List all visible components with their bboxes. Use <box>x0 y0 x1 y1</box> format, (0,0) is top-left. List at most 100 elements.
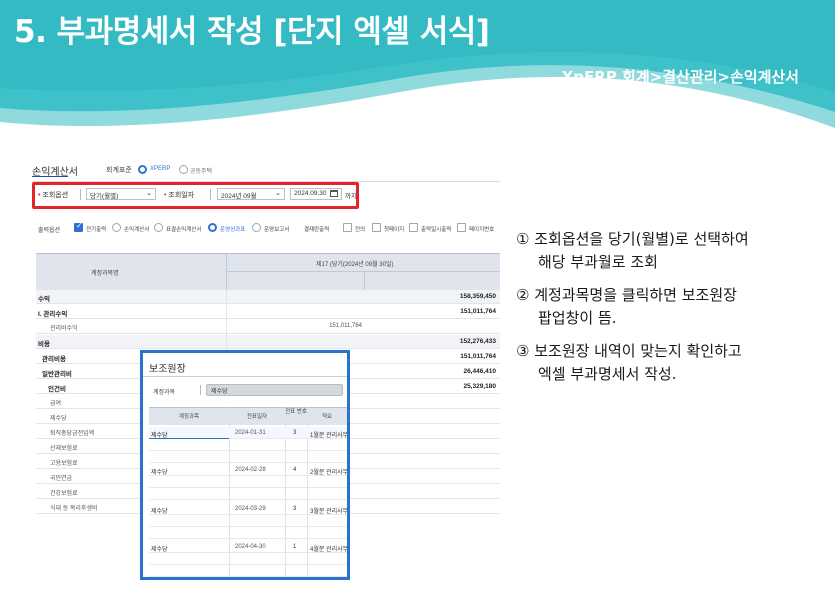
popup-title: 보조원장 <box>149 364 186 375</box>
output-option-checkbox[interactable] <box>74 221 83 232</box>
popup-col-memo[interactable]: 적요 <box>307 414 347 420</box>
output-option-label: 운영보고서 <box>264 227 290 233</box>
ledger-memo: 3월분 관리사무소 <box>310 509 350 515</box>
ledger-popup: 보조원장 계정과목 제수당 계정과목 전표일자 전표 번호 적요 제수당 2024… <box>140 350 350 580</box>
ledger-voucher-no: 3 <box>293 430 297 436</box>
slide: 5. 부과명세서 작성 [단지 엑셀 서식] XpERP 회계>결산관리>손익계… <box>0 0 835 609</box>
table-row[interactable]: I. 관리수익 151,011,764 <box>36 305 500 319</box>
popup-col-voucher-no[interactable]: 전표 번호 <box>285 409 307 415</box>
output-option-label: 출력일시출력 <box>421 227 452 233</box>
step-3-line-1: ③ 보조원장 내역이 맞는지 확인하고 <box>516 342 742 360</box>
step-2: ② 계정과목명을 클릭하면 보조원장팝업창이 뜸. <box>516 284 816 330</box>
slide-subtitle: XpERP 회계>결산관리>손익계산서 <box>561 68 799 86</box>
account-name[interactable]: I. 관리수익 <box>38 308 67 318</box>
accounting-standard-label: 회계표준 <box>106 167 132 174</box>
account-name[interactable]: 비용 <box>38 338 50 348</box>
ledger-empty-row <box>149 515 347 527</box>
ledger-empty-row <box>149 488 347 500</box>
account-name[interactable]: 국민연금 <box>50 473 72 482</box>
output-option-radio[interactable] <box>112 223 121 232</box>
output-option-radio[interactable] <box>154 223 163 232</box>
ledger-memo: 2월분 관리사무소 <box>310 470 350 476</box>
account-name[interactable]: 고용보험료 <box>50 458 78 467</box>
output-options-label: 출력옵션 <box>38 228 61 234</box>
ledger-voucher-no: 1 <box>293 544 297 550</box>
step-2-line-2: 팝업창이 뜸. <box>538 309 617 327</box>
account-name[interactable]: 일반관리비 <box>42 368 72 378</box>
total-amount: 152,276,433 <box>459 338 496 345</box>
column-divider <box>226 254 227 291</box>
ledger-row[interactable]: 제수당 2024-04-30 1 4월분 관리사무소 <box>149 541 347 553</box>
output-option-checkbox[interactable] <box>457 223 466 232</box>
output-option-label: 운영성과표 <box>220 227 246 233</box>
table-row[interactable]: 비용 152,276,433 <box>36 335 500 349</box>
output-option-label: 첫페이지 <box>384 227 405 233</box>
ledger-account: 제수당 <box>151 547 168 553</box>
ledger-account: 제수당 <box>151 509 168 515</box>
output-option-label: 손익계산서 <box>124 227 150 233</box>
popup-account-field[interactable]: 제수당 <box>206 384 343 396</box>
ledger-empty-row <box>149 451 347 463</box>
output-option-label: 전의 <box>355 227 366 233</box>
total-amount: 26,446,410 <box>463 368 496 375</box>
step-1: ① 조회옵션을 당기(월별)로 선택하여 해당 부과월로 조회 <box>516 228 816 274</box>
output-option-radio-selected[interactable] <box>208 223 217 232</box>
query-highlight-box <box>32 182 359 209</box>
step-2-line-1: ② 계정과목명을 클릭하면 보조원장 <box>516 286 737 304</box>
popup-table-header: 계정과목 전표일자 전표 번호 적요 <box>149 407 347 425</box>
ledger-empty-row <box>149 527 347 539</box>
account-name[interactable]: 건강보험료 <box>50 488 78 497</box>
account-name[interactable]: 수익 <box>38 293 50 303</box>
output-option-checkbox[interactable] <box>343 223 352 232</box>
public-housing-radio[interactable] <box>179 165 188 174</box>
account-name[interactable]: 식대 등 복리후생비 <box>50 503 98 512</box>
xperp-radio[interactable] <box>138 165 147 174</box>
selected-row-underline <box>149 438 229 439</box>
column-header-account[interactable]: 계정과목명 <box>91 268 119 277</box>
output-option-checkbox[interactable] <box>409 223 418 232</box>
output-option-checkbox[interactable] <box>372 223 381 232</box>
table-row[interactable]: 수익 158,359,450 <box>36 290 500 304</box>
ledger-memo: 1월분 관리사무소 <box>310 433 350 439</box>
ledger-empty-row <box>149 565 347 577</box>
account-name[interactable]: 제수당 <box>50 413 67 422</box>
account-name[interactable]: 급여 <box>50 398 61 407</box>
ledger-date: 2024-01-31 <box>235 430 266 436</box>
popup-col-date[interactable]: 전표일자 <box>229 414 285 420</box>
total-amount: 25,329,180 <box>463 383 496 390</box>
approval-print-label: 결재란출력 <box>304 227 330 233</box>
account-name[interactable]: 퇴직충당금전입액 <box>50 428 94 437</box>
ledger-date: 2024-04-30 <box>235 544 266 550</box>
table-header: 계정과목명 제17 (당기(2024년 09월 30일) <box>36 253 500 291</box>
ledger-date: 2024-03-29 <box>235 506 266 512</box>
popup-separator <box>200 385 201 395</box>
total-amount: 151,011,764 <box>460 308 496 315</box>
account-name[interactable]: 관리비수익 <box>50 323 78 332</box>
screen-title-underline <box>32 176 68 177</box>
header-divider <box>226 271 500 272</box>
ledger-row[interactable]: 제수당 2024-02-28 4 2월분 관리사무소 <box>149 464 347 476</box>
ledger-row[interactable]: 제수당 2024-03-29 3 3월분 관리사무소 <box>149 503 347 515</box>
instruction-steps: ① 조회옵션을 당기(월별)로 선택하여 해당 부과월로 조회 ② 계정과목명을 … <box>516 228 816 386</box>
account-name[interactable]: 인건비 <box>48 383 66 393</box>
ledger-empty-row <box>149 439 347 451</box>
xperp-radio-label: XPERP <box>150 166 171 172</box>
column-header-period[interactable]: 제17 (당기(2024년 09월 30일) <box>316 259 394 268</box>
ledger-empty-row <box>149 476 347 488</box>
output-option-label: 페이지번호 <box>469 227 495 233</box>
output-option-radio[interactable] <box>252 223 261 232</box>
column-divider <box>364 271 365 291</box>
ledger-memo: 4월분 관리사무소 <box>310 547 350 553</box>
account-name[interactable]: 관리비용 <box>42 353 66 363</box>
step-3-line-2: 엑셀 부과명세서 작성. <box>538 365 677 383</box>
ledger-account: 제수당 <box>151 470 168 476</box>
sub-amount: 151,011,764 <box>329 323 362 329</box>
account-name[interactable]: 산재보험료 <box>50 443 78 452</box>
table-row[interactable]: 관리비수익 151,011,764 <box>36 320 500 334</box>
ledger-voucher-no: 4 <box>293 467 297 473</box>
popup-account-label: 계정과목 <box>153 390 176 396</box>
output-option-label: 표결손익계산서 <box>166 227 202 233</box>
popup-divider <box>143 376 347 377</box>
popup-col-account[interactable]: 계정과목 <box>149 414 229 420</box>
public-housing-radio-label: 공동주택 <box>190 169 213 175</box>
